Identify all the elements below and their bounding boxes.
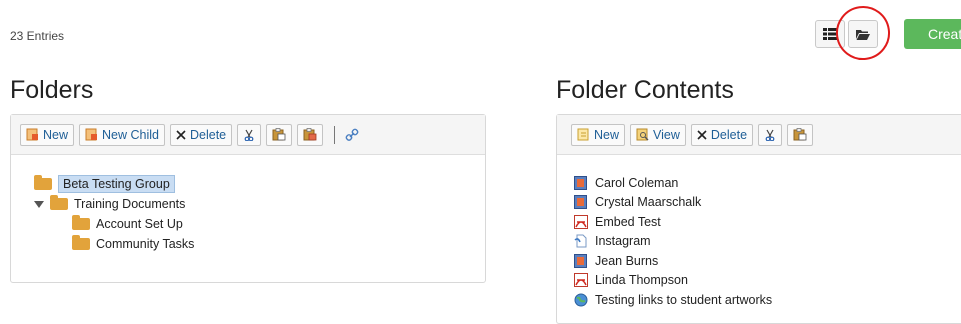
paste-button[interactable] [297,123,324,146]
tree-node-label[interactable]: Beta Testing Group [58,175,175,193]
folder-icon [50,195,68,210]
list-item-name[interactable]: Embed Test [595,215,661,229]
new-document-icon [26,128,39,141]
list-item[interactable]: Instagram [574,232,772,252]
expand-caret-icon[interactable] [34,200,44,208]
list-item-name[interactable]: Jean Burns [595,254,658,268]
list-item[interactable]: Embed Test [574,212,772,232]
new-item-icon [577,128,590,141]
highlight-annotation-circle [832,2,894,64]
cut-button[interactable] [237,123,262,146]
toolbar-separator [334,125,336,144]
folders-toolbar: New New Child Delete [11,115,485,155]
new-item-button[interactable]: New [571,123,626,146]
copy-icon [793,128,807,141]
link-icon[interactable] [345,128,359,142]
list-item[interactable]: Jean Burns [574,251,772,271]
delete-item-button-label: Delete [710,127,748,142]
folder-tree: Beta Testing Group Training Documents Ac… [34,174,194,254]
list-item-name[interactable]: Instagram [595,234,651,248]
list-item-name[interactable]: Crystal Maarschalk [595,195,701,209]
link-icon [574,234,587,248]
delete-x-icon [176,129,186,140]
list-item[interactable]: Carol Coleman [574,173,772,193]
entries-count: 23 Entries [10,29,65,43]
folder-icon [34,175,52,190]
new-button[interactable]: New [20,123,75,146]
copy-icon [272,128,286,141]
tree-node-child[interactable]: Training Documents [34,194,194,214]
paste-icon [303,128,317,141]
web-link-icon [574,293,588,307]
delete-item-button[interactable]: Delete [690,123,754,146]
document-icon [574,195,587,210]
pdf-icon [574,214,588,229]
copy-button[interactable] [266,123,293,146]
tree-node-grandchild[interactable]: Community Tasks [34,234,194,254]
new-child-icon [85,128,98,141]
view-document-icon [636,128,649,141]
new-child-button[interactable]: New Child [79,123,165,146]
list-view-icon [823,28,837,40]
new-child-button-label: New Child [102,127,159,142]
copy-item-button[interactable] [787,123,814,146]
new-item-button-label: New [594,127,620,142]
scissors-icon [243,129,255,141]
create-button[interactable]: Create [904,19,961,49]
tree-node-grandchild[interactable]: Account Set Up [34,214,194,234]
tree-node-label[interactable]: Account Set Up [96,217,183,231]
view-button[interactable]: View [630,123,686,146]
folder-icon [72,235,90,250]
folder-contents-list: Carol Coleman Crystal Maarschalk Embed T… [574,173,772,310]
tree-node-label[interactable]: Training Documents [74,197,185,211]
cut-item-button[interactable] [758,123,783,146]
list-item[interactable]: Crystal Maarschalk [574,193,772,213]
delete-button-label: Delete [189,127,227,142]
document-icon [574,253,587,268]
contents-toolbar: New View Delete [557,115,961,155]
folder-icon [72,215,90,230]
list-item-name[interactable]: Testing links to student artworks [595,293,772,307]
scissors-icon [764,129,776,141]
list-item[interactable]: Linda Thompson [574,271,772,291]
tree-node-label[interactable]: Community Tasks [96,237,194,251]
delete-x-icon [697,129,707,140]
new-button-label: New [43,127,69,142]
view-button-label: View [653,127,680,142]
tree-node-root[interactable]: Beta Testing Group [34,174,194,194]
folder-contents-title: Folder Contents [556,76,734,104]
pdf-icon [574,273,588,288]
list-item-name[interactable]: Carol Coleman [595,176,678,190]
folders-title: Folders [10,76,94,104]
list-item-name[interactable]: Linda Thompson [595,273,688,287]
delete-button[interactable]: Delete [169,123,233,146]
document-icon [574,175,587,190]
list-item[interactable]: Testing links to student artworks [574,290,772,310]
